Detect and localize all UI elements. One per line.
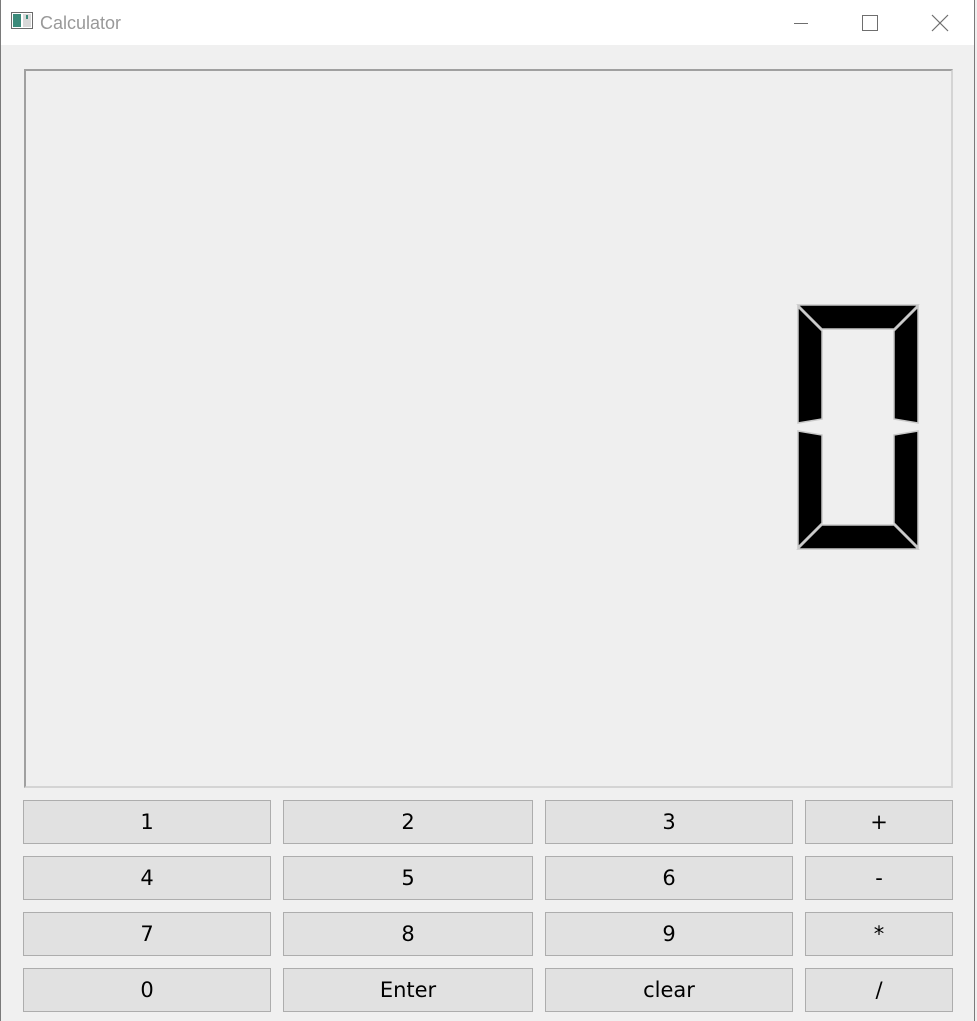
digit-4-button[interactable]: 4: [23, 856, 271, 900]
maximize-icon: [862, 14, 878, 31]
digit-8-button[interactable]: 8: [283, 912, 533, 956]
enter-button[interactable]: Enter: [283, 968, 533, 1012]
calculator-window: Calculator 1 2 3 +4 5 6- 7 8 9 * 0 Enter clear /: [0, 0, 975, 1021]
close-button[interactable]: [917, 0, 963, 45]
minimize-button[interactable]: [778, 0, 824, 45]
digit-1-button[interactable]: 1: [23, 800, 271, 844]
digit-2-button[interactable]: 2: [283, 800, 533, 844]
lcd-display: [24, 69, 953, 788]
digit-5-button[interactable]: 5: [283, 856, 533, 900]
digit-7-button[interactable]: 7: [23, 912, 271, 956]
clear-button[interactable]: clear: [545, 968, 793, 1012]
window-title: Calculator: [40, 13, 122, 33]
close-icon: [931, 14, 949, 31]
subtract-button[interactable]: -: [805, 856, 953, 900]
digit-0-button[interactable]: 0: [23, 968, 271, 1012]
minimize-icon: [794, 22, 808, 24]
title-bar[interactable]: Calculator: [1, 0, 974, 45]
maximize-button[interactable]: [847, 0, 893, 45]
digit-3-button[interactable]: 3: [545, 800, 793, 844]
app-icon: [11, 12, 33, 29]
multiply-button[interactable]: *: [805, 912, 953, 956]
digit-6-button[interactable]: 6: [545, 856, 793, 900]
divide-button[interactable]: /: [805, 968, 953, 1012]
add-button[interactable]: +: [805, 800, 953, 844]
digit-9-button[interactable]: 9: [545, 912, 793, 956]
lcd-digit: [796, 304, 920, 550]
